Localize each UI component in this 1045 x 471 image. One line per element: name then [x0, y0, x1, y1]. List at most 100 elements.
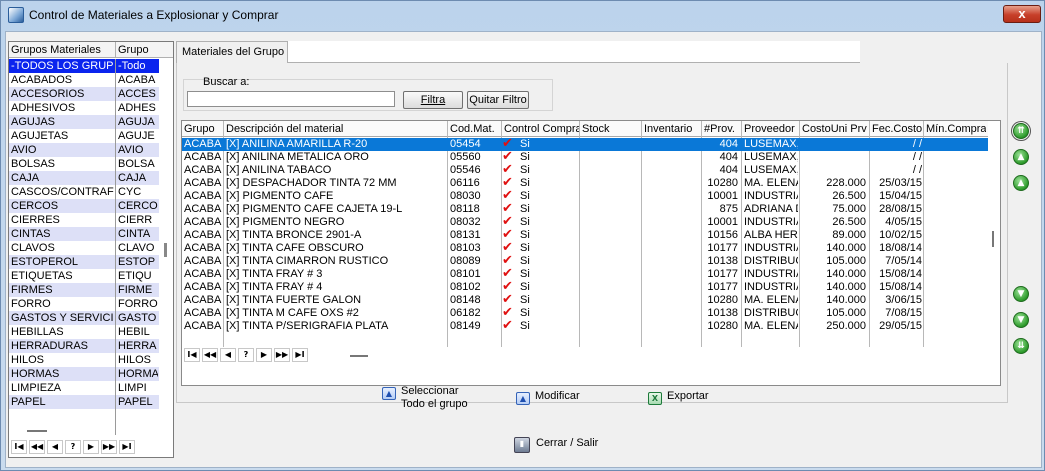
group-name: CERCOS	[11, 200, 59, 212]
groups-vertical-scrollbar[interactable]	[159, 59, 173, 435]
group-row[interactable]: CLAVOS CLAVO	[9, 241, 159, 255]
group-row[interactable]: ETIQUETAS ETIQU	[9, 269, 159, 283]
material-row[interactable]: ACABA [X] ANILINA METALICA ORO 05560 Si 404 L…	[182, 150, 988, 164]
nav-next-button[interactable]: ▶	[83, 440, 99, 454]
group-row[interactable]: AVIO AVIO	[9, 143, 159, 157]
material-row[interactable]: ACABA [X] TINTA FRAY # 4 08102 Si 10177 INDUS…	[182, 280, 988, 294]
cell-grupo: ACABA	[184, 320, 222, 332]
scroll-thumb[interactable]	[27, 430, 47, 432]
group-row[interactable]: HERRADURAS HERRA	[9, 339, 159, 353]
move-top-icon[interactable]: ⇈	[1011, 121, 1031, 141]
cell-descripcion: [X] TINTA M CAFE OXS #2	[226, 307, 359, 319]
search-input[interactable]	[187, 91, 395, 107]
column-header-codmat[interactable]: Cod.Mat.	[450, 123, 500, 135]
move-up-page-icon[interactable]: ▲	[1013, 149, 1029, 165]
checkmark-icon[interactable]: ✔	[502, 319, 514, 333]
group-row[interactable]: GASTOS Y SERVICIO GASTO	[9, 311, 159, 325]
select-icon: ▲	[382, 387, 396, 400]
column-header-minimo[interactable]: Mín.Compra	[926, 123, 986, 135]
group-row[interactable]: FIRMES FIRME	[9, 283, 159, 297]
nav-first-button[interactable]: I◀	[184, 348, 200, 362]
group-row[interactable]: CINTAS CINTA	[9, 227, 159, 241]
group-row[interactable]: AGUJAS AGUJA	[9, 115, 159, 129]
material-row[interactable]: ACABA [X] DESPACHADOR TINTA 72 MM 06116 Si 1…	[182, 176, 988, 190]
move-bottom-icon[interactable]: ⇊	[1013, 338, 1029, 354]
material-row[interactable]: ACABA [X] TINTA BRONCE 2901-A 08131 Si 10156…	[182, 228, 988, 242]
column-header-group[interactable]: Grupo	[118, 44, 158, 56]
grid-horizontal-scroll-thumb[interactable]	[350, 355, 368, 357]
material-row[interactable]: ACABA [X] TINTA CAFE OBSCURO 08103 Si 10177 I…	[182, 241, 988, 255]
group-row[interactable]: CASCOS/CONTRAFU CYC	[9, 185, 159, 199]
excel-icon: X	[648, 392, 662, 405]
group-row[interactable]: HEBILLAS HEBIL	[9, 325, 159, 339]
nav-search-button[interactable]: ?	[65, 440, 81, 454]
nav-prev-button[interactable]: ◀	[220, 348, 236, 362]
cell-control: Si	[520, 164, 530, 176]
group-row[interactable]: FORRO FORRO	[9, 297, 159, 311]
material-row[interactable]: ACABA [X] TINTA P/SERIGRAFIA PLATA 08149 Si…	[182, 319, 988, 333]
move-down-icon[interactable]: ▼	[1013, 286, 1029, 302]
material-row[interactable]: ACABA [X] ANILINA TABACO 05546 Si 404 LUSEMAX…	[182, 163, 988, 177]
move-down-page-icon[interactable]: ▼	[1013, 312, 1029, 328]
column-header-descripcion[interactable]: Descripción del material	[226, 123, 446, 135]
material-row[interactable]: ACABA [X] TINTA FUERTE GALON 08148 Si 10280 M…	[182, 293, 988, 307]
group-row[interactable]: PAPEL PAPEL	[9, 395, 159, 409]
group-row[interactable]: CERCOS CERCO	[9, 199, 159, 213]
nav-last-button[interactable]: ▶I	[292, 348, 308, 362]
nav-next-page-button[interactable]: ▶▶	[101, 440, 117, 454]
nav-first-button[interactable]: I◀	[11, 440, 27, 454]
group-row[interactable]: AGUJETAS AGUJE	[9, 129, 159, 143]
material-row[interactable]: ACABA [X] TINTA M CAFE OXS #2 06182 Si 10138…	[182, 306, 988, 320]
clear-filter-button[interactable]: Quitar Filtro	[467, 91, 529, 109]
group-name: ADHESIVOS	[11, 102, 76, 114]
group-row[interactable]: BOLSAS BOLSA	[9, 157, 159, 171]
group-row[interactable]: LIMPIEZA LIMPI	[9, 381, 159, 395]
cell-grupo: ACABA	[184, 177, 222, 189]
scroll-thumb[interactable]	[164, 243, 167, 257]
column-header-grupo[interactable]: Grupo	[184, 123, 222, 135]
grid-vertical-scrollbar[interactable]	[988, 121, 1000, 385]
material-row[interactable]: ACABA [X] PIGMENTO NEGRO 08032 Si 10001 INDUS…	[182, 215, 988, 229]
nav-next-page-button[interactable]: ▶▶	[274, 348, 290, 362]
cell-control: Si	[520, 177, 530, 189]
group-row[interactable]: -TODOS LOS GRUPO -Todo	[9, 59, 159, 73]
tab-materiales-del-grupo[interactable]: Materiales del Grupo	[176, 41, 288, 64]
nav-next-button[interactable]: ▶	[256, 348, 272, 362]
group-row[interactable]: ADHESIVOS ADHES	[9, 101, 159, 115]
nav-prev-page-button[interactable]: ◀◀	[29, 440, 45, 454]
column-header-inventario[interactable]: Inventario	[644, 123, 700, 135]
groups-horizontal-scroll[interactable]	[9, 420, 159, 435]
column-header-proveedor[interactable]: Proveedor	[744, 123, 798, 135]
group-row[interactable]: ESTOPEROL ESTOP	[9, 255, 159, 269]
nav-search-button[interactable]: ?	[238, 348, 254, 362]
material-row[interactable]: ACABA [X] ANILINA AMARILLA R-20 05454 Si 404…	[182, 137, 988, 151]
material-row[interactable]: ACABA [X] TINTA CIMARRON RUSTICO 08089 Si 10…	[182, 254, 988, 268]
cell-control: Si	[520, 294, 530, 306]
group-row[interactable]: ACCESORIOS ACCES	[9, 87, 159, 101]
group-row[interactable]: CAJA CAJA	[9, 171, 159, 185]
nav-last-button[interactable]: ▶I	[119, 440, 135, 454]
scroll-thumb[interactable]	[992, 231, 994, 247]
column-header-prov[interactable]: #Prov.	[704, 123, 740, 135]
column-header-control[interactable]: Control Compra	[504, 123, 580, 135]
material-row[interactable]: ACABA [X] PIGMENTO CAFE 08030 Si 10001 INDUST…	[182, 189, 988, 203]
group-row[interactable]: ACABADOS ACABA	[9, 73, 159, 87]
group-row[interactable]: HORMAS HORMA	[9, 367, 159, 381]
group-row[interactable]: HILOS HILOS	[9, 353, 159, 367]
group-row[interactable]: CIERRES CIERR	[9, 213, 159, 227]
group-name: LIMPIEZA	[11, 382, 62, 394]
cell-proveedor: ALBA HER	[744, 229, 798, 241]
column-header-costo[interactable]: CostoUni Prv	[802, 123, 868, 135]
column-header-fecha[interactable]: Fec.Costo	[872, 123, 922, 135]
nav-prev-button[interactable]: ◀	[47, 440, 63, 454]
cell-control: Si	[520, 281, 530, 293]
column-divider[interactable]	[115, 42, 116, 58]
filter-button[interactable]: Filtra	[403, 91, 463, 109]
close-button[interactable]: x	[1003, 5, 1041, 23]
material-row[interactable]: ACABA [X] TINTA FRAY # 3 08101 Si 10177 INDUS…	[182, 267, 988, 281]
nav-prev-page-button[interactable]: ◀◀	[202, 348, 218, 362]
column-header-stock[interactable]: Stock	[582, 123, 638, 135]
column-header-group-materials[interactable]: Grupos Materiales	[11, 44, 115, 56]
move-up-icon[interactable]: ▲	[1013, 175, 1029, 191]
material-row[interactable]: ACABA [X] PIGMENTO CAFE CAJETA 19-L 08118 S…	[182, 202, 988, 216]
